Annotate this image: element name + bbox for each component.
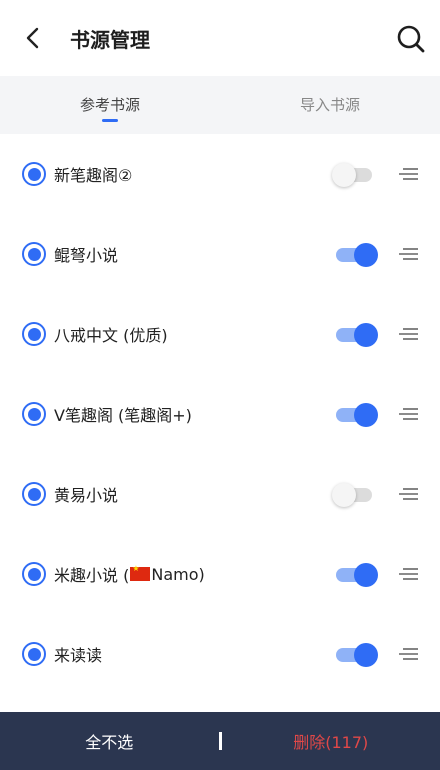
- source-name: V笔趣阁 (笔趣阁+): [54, 402, 192, 426]
- radio-dot: [27, 167, 41, 181]
- bottom-action-bar: 全不选 删除(117): [0, 712, 440, 770]
- search-icon: [397, 25, 425, 53]
- select-radio[interactable]: [22, 322, 46, 346]
- source-row: 米趣小说 ( Namo): [0, 534, 440, 614]
- tab-active-indicator: [102, 119, 118, 122]
- select-radio[interactable]: [22, 562, 46, 586]
- drag-handle[interactable]: [398, 324, 420, 344]
- drag-handle[interactable]: [398, 484, 420, 504]
- source-name: 鲲弩小说: [54, 242, 118, 266]
- tab-bar: 参考书源 导入书源: [0, 76, 440, 134]
- toggle-knob: [354, 403, 378, 427]
- enable-toggle[interactable]: [334, 243, 378, 267]
- china-flag-icon: [130, 564, 151, 581]
- tab-reference-sources[interactable]: 参考书源: [0, 76, 220, 134]
- drag-handle[interactable]: [398, 644, 420, 664]
- source-name: 米趣小说 ( Namo): [54, 562, 205, 586]
- enable-toggle[interactable]: [334, 403, 378, 427]
- select-radio[interactable]: [22, 642, 46, 666]
- source-name-text: 来读读: [54, 646, 103, 665]
- enable-toggle[interactable]: [332, 483, 374, 507]
- drag-handle-icon: [399, 328, 418, 340]
- enable-toggle[interactable]: [334, 323, 378, 347]
- source-name-text: 鲲弩小说: [54, 246, 119, 265]
- source-name: 来读读: [54, 642, 102, 666]
- delete-button[interactable]: 删除(117): [222, 729, 440, 753]
- drag-handle-icon: [399, 648, 418, 660]
- enable-toggle[interactable]: [334, 643, 378, 667]
- drag-handle-icon: [399, 168, 418, 180]
- source-name: 八戒中文 (优质): [54, 322, 168, 346]
- toggle-knob: [354, 323, 378, 347]
- source-name: 新笔趣阁②: [54, 162, 132, 186]
- drag-handle[interactable]: [398, 564, 420, 584]
- toggle-knob: [354, 243, 378, 267]
- radio-dot: [27, 647, 41, 661]
- select-none-button[interactable]: 全不选: [0, 729, 219, 753]
- search-button[interactable]: [396, 24, 426, 54]
- drag-handle[interactable]: [398, 404, 420, 424]
- source-list: 新笔趣阁② 鲲弩小说八戒中文 (优质) V笔趣阁 (笔趣阁+) 黄易小说米趣小说 ( N…: [0, 134, 440, 694]
- source-name: 黄易小说: [54, 482, 118, 506]
- radio-dot: [27, 327, 41, 341]
- source-row: V笔趣阁 (笔趣阁+): [0, 374, 440, 454]
- source-name-text: 米趣小说 (: [54, 566, 130, 585]
- source-name-text: V笔趣阁 (笔趣阁+): [54, 406, 192, 425]
- radio-dot: [27, 407, 41, 421]
- enable-toggle[interactable]: [334, 563, 378, 587]
- drag-handle[interactable]: [398, 244, 420, 264]
- app-header: 书源管理: [0, 0, 440, 76]
- drag-handle-icon: [399, 248, 418, 260]
- tab-label: 导入书源: [299, 96, 360, 114]
- chevron-left-icon: [26, 27, 39, 49]
- select-radio[interactable]: [22, 242, 46, 266]
- source-row: 来读读: [0, 614, 440, 694]
- toggle-knob: [354, 643, 378, 667]
- tab-label: 参考书源: [79, 96, 140, 114]
- radio-dot: [27, 567, 41, 581]
- radio-dot: [27, 247, 41, 261]
- drag-handle[interactable]: [398, 164, 420, 184]
- source-name-suffix: Namo): [151, 564, 205, 584]
- toggle-knob: [332, 163, 356, 187]
- source-row: 八戒中文 (优质): [0, 294, 440, 374]
- source-name-text: 黄易小说: [54, 486, 119, 505]
- source-name-text: 新笔趣阁②: [54, 166, 133, 185]
- drag-handle-icon: [399, 408, 418, 420]
- select-radio[interactable]: [22, 482, 46, 506]
- back-button[interactable]: [20, 23, 44, 53]
- toggle-knob: [354, 563, 378, 587]
- drag-handle-icon: [399, 488, 418, 500]
- toggle-knob: [332, 483, 356, 507]
- drag-handle-icon: [399, 568, 418, 580]
- tab-import-sources[interactable]: 导入书源: [220, 76, 440, 134]
- page-title: 书源管理: [70, 27, 150, 52]
- enable-toggle[interactable]: [332, 163, 374, 187]
- select-radio[interactable]: [22, 162, 46, 186]
- radio-dot: [27, 487, 41, 501]
- source-row: 鲲弩小说: [0, 214, 440, 294]
- source-name-text: 八戒中文 (优质): [54, 326, 168, 345]
- select-radio[interactable]: [22, 402, 46, 426]
- source-row: 黄易小说: [0, 454, 440, 534]
- source-row: 新笔趣阁②: [0, 134, 440, 214]
